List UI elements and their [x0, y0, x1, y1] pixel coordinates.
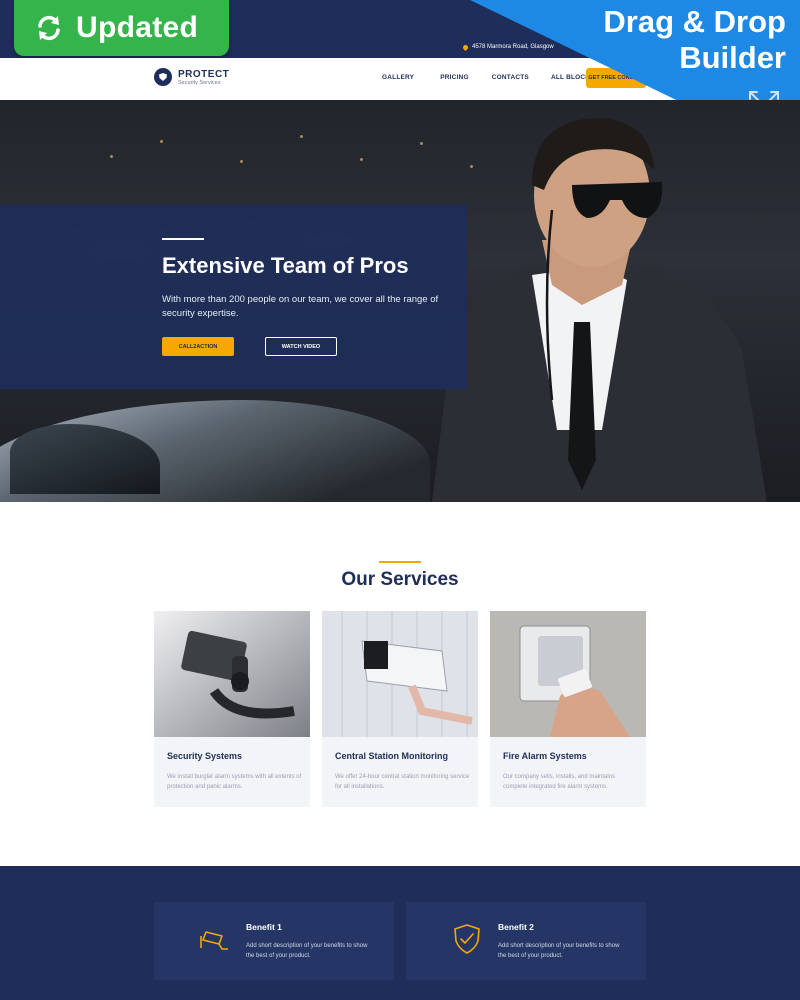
hero-section: Extensive Team of Pros With more than 20… [0, 100, 800, 502]
service-title: Fire Alarm Systems [503, 751, 587, 761]
shield-check-icon [454, 924, 480, 954]
shield-logo-icon [154, 68, 172, 86]
bokeh-light [160, 140, 163, 143]
updated-badge: Updated [14, 0, 229, 56]
logo-name: PROTECT [178, 68, 230, 80]
benefit-card: Benefit 1 Add short description of your … [154, 902, 394, 980]
benefit-card: Benefit 2 Add short description of your … [406, 902, 646, 980]
benefit-description: Add short description of your benefits t… [498, 943, 620, 959]
service-description: We install burglar alarm systems with al… [167, 774, 302, 790]
benefit-title: Benefit 1 [246, 922, 282, 932]
hero-content-panel: Extensive Team of Pros With more than 20… [0, 205, 467, 389]
corner-line-2: Builder [679, 40, 786, 75]
corner-line-1: Drag & Drop [603, 4, 786, 39]
service-description: Our company sells, installs, and maintai… [503, 774, 616, 790]
bokeh-light [110, 155, 113, 158]
cctv-camera-icon [200, 931, 228, 950]
cctv-camera-image [322, 611, 478, 737]
refresh-icon [38, 15, 60, 41]
benefits-section: Benefit 1 Add short description of your … [0, 866, 800, 1000]
services-title: Our Services [341, 569, 459, 590]
service-card[interactable]: Central Station Monitoring We offer 24-h… [322, 611, 478, 807]
bokeh-light [300, 135, 303, 138]
logo-tagline: Security Services [178, 79, 221, 86]
access-keypad-image [490, 611, 646, 737]
location-pin-icon [461, 43, 470, 51]
bokeh-light [360, 158, 363, 161]
benefit-description: Add short description of your benefits t… [246, 943, 368, 959]
call-to-action-button[interactable]: CALL2ACTION [162, 337, 234, 356]
security-camera-image [154, 611, 310, 737]
updated-label: Updated [76, 11, 199, 44]
service-card[interactable]: Fire Alarm Systems Our company sells, in… [490, 611, 646, 807]
service-title: Security Systems [167, 751, 243, 761]
watch-video-button[interactable]: WATCH VIDEO [265, 337, 337, 356]
bokeh-light [240, 160, 243, 163]
hero-title-rule [162, 238, 204, 240]
benefit-title: Benefit 2 [498, 922, 534, 932]
hero-description: With more than 200 people on our team, w… [162, 294, 439, 319]
nav-pricing[interactable]: PRICING [440, 74, 469, 81]
services-title-rule [379, 561, 421, 563]
service-title: Central Station Monitoring [335, 751, 448, 761]
service-description: We offer 24-hour central station monitor… [335, 774, 470, 790]
site-logo[interactable]: PROTECT Security Services [154, 68, 229, 86]
hero-title: Extensive Team of Pros [162, 253, 409, 278]
nav-gallery[interactable]: GALLERY [382, 74, 414, 81]
service-card[interactable]: Security Systems We install burglar alar… [154, 611, 310, 807]
